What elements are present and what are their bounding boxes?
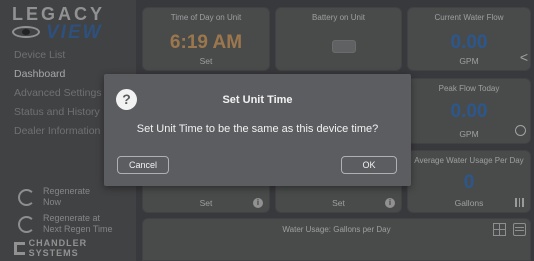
cancel-button[interactable]: Cancel xyxy=(117,156,169,174)
app-root: LEGACY VIEW Device List Dashboard Advanc… xyxy=(0,0,534,261)
ok-button[interactable]: OK xyxy=(341,156,397,174)
dialog-message: Set Unit Time to be the same as this dev… xyxy=(136,123,379,135)
set-unit-time-dialog: ? Set Unit Time Set Unit Time to be the … xyxy=(104,74,411,186)
dialog-title: Set Unit Time xyxy=(222,94,293,106)
